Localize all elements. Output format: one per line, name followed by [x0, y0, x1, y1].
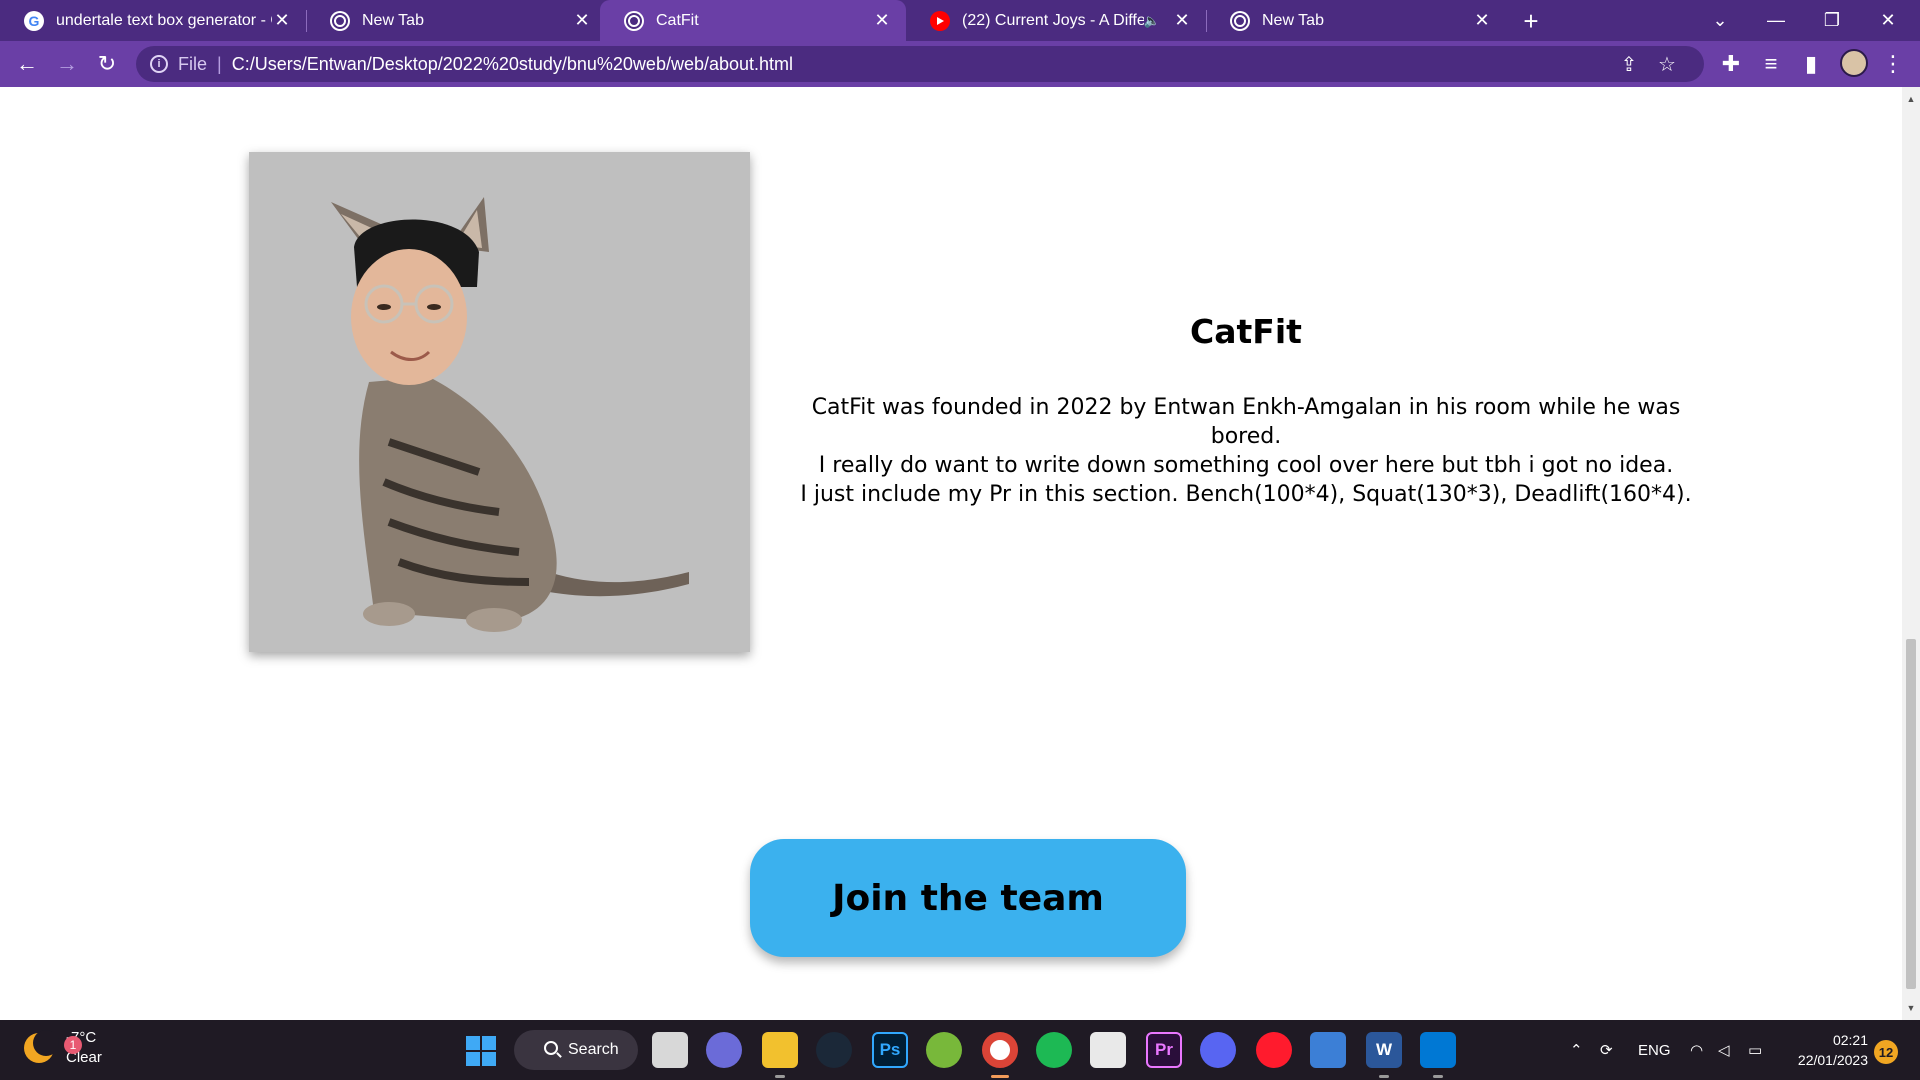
- extensions-icon[interactable]: ✚: [1716, 49, 1746, 79]
- tab-strip: G undertale text box generator - Go ✕ Ne…: [0, 0, 1920, 41]
- close-icon[interactable]: ✕: [572, 10, 592, 31]
- file-manager-icon[interactable]: [652, 1032, 688, 1068]
- restore-button[interactable]: ❐: [1804, 0, 1860, 41]
- globe-icon: [624, 10, 644, 31]
- language-indicator[interactable]: ENG: [1638, 1020, 1671, 1080]
- page-scrollbar[interactable]: ▲ ▼: [1902, 87, 1920, 1020]
- running-indicator: [775, 1075, 785, 1078]
- discord-icon[interactable]: [1200, 1032, 1236, 1068]
- page-viewport: CatFit CatFit was founded in 2022 by Ent…: [0, 87, 1902, 1020]
- close-window-button[interactable]: ✕: [1860, 0, 1916, 41]
- media-control-icon[interactable]: ≡: [1756, 49, 1786, 79]
- minimize-button[interactable]: —: [1748, 0, 1804, 41]
- back-icon[interactable]: ←: [12, 49, 42, 79]
- tab-title: CatFit: [656, 11, 699, 29]
- battery-icon[interactable]: ▭: [1748, 1020, 1762, 1080]
- chrome-icon: [330, 10, 350, 31]
- clock-time: 02:21: [1832, 1032, 1868, 1048]
- wifi-icon[interactable]: ◠: [1690, 1020, 1703, 1080]
- weather-badge: 1: [64, 1036, 82, 1054]
- description-line-1: CatFit was founded in 2022 by Entwan Enk…: [811, 395, 1681, 449]
- utorrent-icon[interactable]: [926, 1032, 962, 1068]
- weather-widget[interactable]: 1 -7°C Clear: [24, 1028, 102, 1068]
- zoom-icon[interactable]: [706, 1032, 742, 1068]
- search-label: Search: [568, 1041, 619, 1058]
- speaker-icon[interactable]: 🔈: [1144, 13, 1160, 29]
- taskbar-search[interactable]: Search: [514, 1030, 638, 1070]
- spotify-icon[interactable]: [1036, 1032, 1072, 1068]
- description-line-3: I just include my Pr in this section. Be…: [800, 482, 1692, 507]
- tab-undertale[interactable]: G undertale text box generator - Go ✕: [0, 0, 306, 41]
- youtube-icon: [930, 10, 950, 31]
- sync-icon[interactable]: ⟳: [1600, 1020, 1613, 1080]
- menu-icon[interactable]: ⋮: [1878, 49, 1908, 79]
- close-icon[interactable]: ✕: [272, 10, 292, 31]
- page-title: CatFit: [1190, 312, 1302, 351]
- snipping-tool-icon[interactable]: [1090, 1032, 1126, 1068]
- about-section: CatFit CatFit was founded in 2022 by Ent…: [790, 312, 1702, 509]
- tray-chevron-icon[interactable]: ⌃: [1570, 1020, 1583, 1080]
- reload-icon[interactable]: ↻: [92, 49, 122, 79]
- url-text[interactable]: C:/Users/Entwan/Desktop/2022%20study/bnu…: [232, 54, 793, 75]
- volume-icon[interactable]: ◁: [1718, 1020, 1730, 1080]
- bookmark-star-icon[interactable]: ☆: [1652, 49, 1682, 79]
- search-icon: [544, 1041, 558, 1055]
- close-icon[interactable]: ✕: [872, 10, 892, 31]
- running-indicator: [1379, 1075, 1389, 1078]
- moon-icon: [24, 1030, 59, 1063]
- steam-icon[interactable]: [816, 1032, 852, 1068]
- photoshop-icon[interactable]: Ps: [872, 1032, 908, 1068]
- join-team-button[interactable]: Join the team: [750, 839, 1186, 957]
- url-divider: |: [217, 53, 222, 74]
- network-icon[interactable]: [1310, 1032, 1346, 1068]
- url-scheme: File: [178, 53, 208, 74]
- opera-icon[interactable]: [1256, 1032, 1292, 1068]
- running-indicator: [991, 1075, 1009, 1078]
- tab-catfit[interactable]: CatFit ✕: [600, 0, 906, 41]
- close-icon[interactable]: ✕: [1172, 10, 1192, 31]
- vscode-icon[interactable]: [1420, 1032, 1456, 1068]
- premiere-icon[interactable]: Pr: [1146, 1032, 1182, 1068]
- running-indicator: [1433, 1075, 1443, 1078]
- close-icon[interactable]: ✕: [1472, 10, 1492, 31]
- info-icon[interactable]: i: [150, 55, 168, 73]
- tab-title: New Tab: [362, 11, 424, 29]
- scrollbar-thumb[interactable]: [1906, 639, 1916, 989]
- share-icon[interactable]: ⇪: [1614, 49, 1644, 79]
- tab-youtube[interactable]: (22) Current Joys - A Differen 🔈 ✕: [906, 0, 1206, 41]
- address-bar[interactable]: i File | C:/Users/Entwan/Desktop/2022%20…: [136, 46, 1704, 82]
- tab-title: (22) Current Joys - A Differen: [962, 11, 1144, 29]
- word-icon[interactable]: W: [1366, 1032, 1402, 1068]
- file-explorer-icon[interactable]: [762, 1032, 798, 1068]
- browser-toolbar: ← → ↻ i File | C:/Users/Entwan/Desktop/2…: [0, 41, 1920, 87]
- scroll-down-icon[interactable]: ▼: [1902, 1000, 1920, 1016]
- tab-search-icon[interactable]: ⌄: [1692, 0, 1748, 41]
- clock-date: 22/01/2023: [1797, 1052, 1868, 1068]
- google-icon: G: [24, 10, 44, 31]
- profile-avatar[interactable]: [1840, 49, 1868, 77]
- tab-new-tab-2[interactable]: New Tab ✕: [1206, 0, 1506, 41]
- windows-taskbar: 1 -7°C Clear Search Ps Pr W ⌃ ⟳ ENG ◠ ◁ …: [0, 1020, 1920, 1080]
- chrome-icon[interactable]: [982, 1032, 1018, 1068]
- scroll-up-icon[interactable]: ▲: [1902, 91, 1920, 107]
- tab-new-tab-1[interactable]: New Tab ✕: [306, 0, 606, 41]
- tab-title: New Tab: [1262, 11, 1324, 29]
- system-clock[interactable]: 02:21 22/01/2023: [1790, 1030, 1868, 1070]
- cat-photo: [249, 152, 750, 652]
- chrome-icon: [1230, 10, 1250, 31]
- new-tab-button[interactable]: +: [1516, 6, 1546, 36]
- notification-badge[interactable]: 12: [1874, 1040, 1898, 1064]
- start-button[interactable]: [466, 1036, 496, 1066]
- tab-title: undertale text box generator - Go: [56, 11, 272, 29]
- forward-icon[interactable]: →: [52, 49, 82, 79]
- side-panel-icon[interactable]: ▮: [1796, 49, 1826, 79]
- description-line-2: I really do want to write down something…: [818, 453, 1674, 478]
